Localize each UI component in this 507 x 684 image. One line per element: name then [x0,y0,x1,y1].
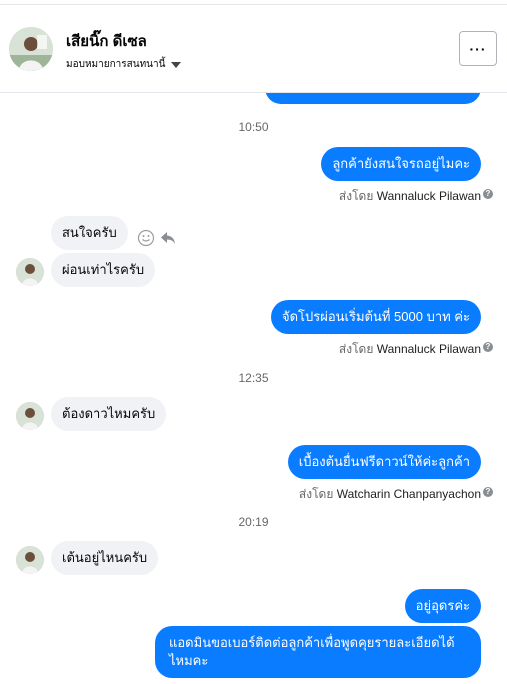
contact-avatar-small[interactable] [16,258,44,286]
assign-label: มอบหมายการสนทนานี้ [66,59,166,70]
message-bubble-incoming: เต้นอยู่ไหนครับ [51,541,159,575]
contact-avatar-small[interactable] [16,402,44,430]
help-icon[interactable]: ? [483,189,493,199]
contact-avatar[interactable] [9,27,53,71]
message-bubble-outgoing: เบื้องต้นยื่นฟรีดาวน์ให้ค่ะลูกค้า [287,445,481,479]
message-line: แอดมินขอเบอร์ติดต่อลูกค้าเพื่อพูดคุยรายล… [169,635,455,650]
timestamp: 10:50 [238,120,269,134]
conversation-header: เสียนิ๊ก ดีเซล มอบหมายการสนทนานี้ ··· [0,0,507,93]
timestamp: 20:19 [238,515,269,529]
message-bubble-outgoing: แอดมินขอเบอร์ติดต่อลูกค้าเพื่อพูดคุยรายล… [155,626,481,678]
contact-name[interactable]: เสียนิ๊ก ดีเซล [66,29,147,53]
reply-icon[interactable] [159,229,177,252]
message-bubble-incoming: ต้องดาวไหมครับ [51,397,167,431]
smile-icon[interactable] [137,229,155,252]
sender-name: Wannaluck Pilawan [376,342,481,356]
sent-by-label: ส่งโดย Wannaluck Pilawan [339,187,481,206]
sender-name: Wannaluck Pilawan [376,189,481,203]
caret-down-icon [171,62,182,68]
sender-name: Watcharin Chanpanyachon [336,487,481,501]
message-bubble-outgoing: จัดโปรผ่อนเริ่มต้นที่ 5000 บาท ค่ะ [270,300,481,334]
help-icon[interactable]: ? [483,487,493,497]
sent-by-prefix: ส่งโดย [338,189,374,203]
message-line: ไหมคะ [169,653,209,668]
message-bubble-outgoing: ลูกค้ายังสนใจรถอยู่ไมคะ [321,147,481,181]
timestamp: 12:35 [238,371,269,385]
message-bubble-incoming: ผ่อนเท่าไรครับ [51,253,156,287]
sent-by-label: ส่งโดย Wannaluck Pilawan [339,340,481,359]
help-icon[interactable]: ? [483,342,493,352]
sent-by-label: ส่งโดย Watcharin Chanpanyachon [299,485,481,504]
message-actions [137,229,177,252]
assign-conversation-dropdown[interactable]: มอบหมายการสนทนานี้ [66,57,182,72]
message-bubble-incoming: สนใจครับ [51,216,128,250]
sent-by-prefix: ส่งโดย [298,487,334,501]
message-bubble-outgoing: อยู่อุดรค่ะ [404,589,481,623]
more-options-button[interactable]: ··· [459,31,497,66]
contact-avatar-small[interactable] [16,546,44,574]
divider [0,4,507,5]
sent-by-prefix: ส่งโดย [338,342,374,356]
